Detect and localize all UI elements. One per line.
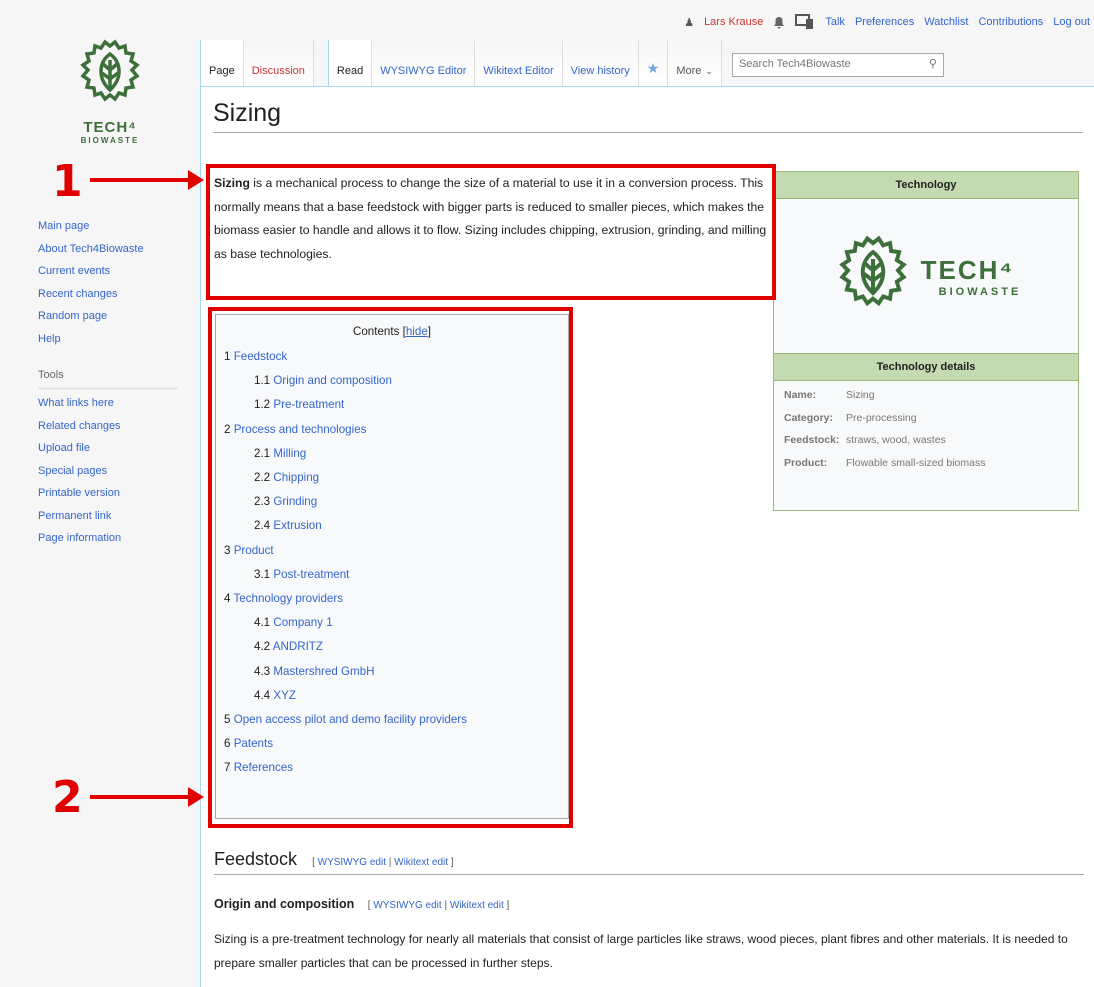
sidebar-item-about[interactable]: About Tech4Biowaste <box>38 238 188 261</box>
infobox-key: Feedstock: <box>784 434 840 446</box>
tab-wysiwyg-editor[interactable]: WYSIWYG Editor <box>372 40 476 86</box>
sidebar-item-upload-file[interactable]: Upload file <box>38 437 188 460</box>
sidebar-item-main-page[interactable]: Main page <box>38 215 188 238</box>
infobox-key: Name: <box>784 389 817 401</box>
sidebar-item-printable-version[interactable]: Printable version <box>38 482 188 505</box>
personal-tools: ♟ Lars Krause Talk Preferences Watchlist… <box>684 14 1090 30</box>
contributions-link[interactable]: Contributions <box>978 16 1043 28</box>
tab-page[interactable]: Page <box>200 40 244 86</box>
infobox-row-feedstock: Feedstock: straws, wood, wastes <box>774 429 1078 452</box>
search-icon[interactable]: ⚲ <box>929 57 937 70</box>
sidebar-item-what-links-here[interactable]: What links here <box>38 392 188 415</box>
sidebar-item-recent-changes[interactable]: Recent changes <box>38 283 188 306</box>
sidebar-item-current-events[interactable]: Current events <box>38 260 188 283</box>
section-heading-feedstock: Feedstock [ WYSIWYG edit | Wikitext edit… <box>214 849 1084 875</box>
tab-wikitext-editor[interactable]: Wikitext Editor <box>475 40 563 86</box>
subsection-title: Origin and composition <box>214 897 355 911</box>
more-menu[interactable]: More ⌄ <box>668 40 722 86</box>
sidebar-item-permanent-link[interactable]: Permanent link <box>38 505 188 528</box>
infobox-value: Pre-processing <box>846 411 917 424</box>
infobox-key: Product: <box>784 456 828 469</box>
logout-link[interactable]: Log out <box>1053 16 1090 28</box>
tab-discussion[interactable]: Discussion <box>243 40 314 86</box>
sidebar-item-random-page[interactable]: Random page <box>38 305 188 328</box>
infobox-details-header: Technology details <box>774 354 1078 381</box>
leaf-gear-logo-icon <box>80 39 140 102</box>
wysiwyg-edit-link[interactable]: WYSIWYG edit <box>373 900 441 911</box>
sidebar: Main page About Tech4Biowaste Current ev… <box>38 215 188 550</box>
sidebar-heading-tools: Tools <box>38 364 178 389</box>
annotation-arrow-one <box>90 170 204 190</box>
infobox-header: Technology <box>774 172 1078 199</box>
sidebar-item-page-information[interactable]: Page information <box>38 527 188 550</box>
annotation-box-intro <box>206 164 776 300</box>
infobox-logo: TECH⁴ BIOWASTE <box>774 199 1078 354</box>
more-menu-label: More <box>676 65 702 77</box>
infobox-row-name: Name: Sizing <box>774 384 1078 407</box>
subsection-heading-origin: Origin and composition [ WYSIWYG edit | … <box>214 897 509 911</box>
annotation-number-two: 2 <box>52 772 83 823</box>
section-title: Feedstock <box>214 849 298 869</box>
watch-star-icon[interactable]: ★ <box>638 40 669 86</box>
page-title: Sizing <box>213 99 1083 133</box>
tab-view-history[interactable]: View history <box>562 40 639 86</box>
section-edit-links: [ WYSIWYG edit | Wikitext edit ] <box>312 857 454 868</box>
sidebar-item-special-pages[interactable]: Special pages <box>38 460 188 483</box>
sidebar-item-related-changes[interactable]: Related changes <box>38 415 188 438</box>
search-input[interactable]: Search Tech4Biowaste ⚲ <box>731 53 944 77</box>
infobox-value: straws, wood, wastes <box>846 434 946 446</box>
infobox-row-product: Product: Flowable small-sized biomass <box>774 452 1078 475</box>
talk-link[interactable]: Talk <box>825 16 845 28</box>
wikitext-edit-link[interactable]: Wikitext edit <box>450 900 504 911</box>
logo-text-tech: TECH⁴ <box>83 119 137 136</box>
infobox-key: Category: <box>784 411 834 424</box>
leaf-gear-logo-icon <box>838 235 907 307</box>
annotation-number-one: 1 <box>52 156 83 207</box>
annotation-arrow-two <box>90 787 204 807</box>
page-tabs: Page Discussion Read WYSIWYG Editor Wiki… <box>200 40 944 86</box>
infobox-row-category: Category: Pre-processing <box>774 407 1078 430</box>
infobox: Technology TECH⁴ BIOWASTE Technology det… <box>773 171 1079 511</box>
chevron-down-icon: ⌄ <box>705 66 713 76</box>
logo-text-biowaste: BIOWASTE <box>80 136 140 145</box>
bell-icon[interactable] <box>773 16 785 29</box>
infobox-logo-text-biowaste: BIOWASTE <box>938 285 1022 298</box>
infobox-value: Sizing <box>846 389 875 401</box>
wikitext-edit-link[interactable]: Wikitext edit <box>394 857 448 868</box>
devices-icon[interactable] <box>795 14 815 30</box>
search-placeholder: Search Tech4Biowaste <box>738 58 851 70</box>
annotation-box-toc <box>208 307 573 828</box>
sidebar-item-help[interactable]: Help <box>38 328 188 351</box>
infobox-value: Flowable small-sized biomass <box>846 456 986 469</box>
infobox-logo-text-tech: TECH⁴ <box>920 254 1015 285</box>
wysiwyg-edit-link[interactable]: WYSIWYG edit <box>318 857 386 868</box>
subsection-edit-links: [ WYSIWYG edit | Wikitext edit ] <box>367 900 510 911</box>
section-paragraph: Sizing is a pre-treatment technology for… <box>214 932 1068 970</box>
site-logo[interactable]: TECH⁴ BIOWASTE <box>60 38 160 145</box>
tab-read[interactable]: Read <box>327 40 373 86</box>
watchlist-link[interactable]: Watchlist <box>924 16 968 28</box>
preferences-link[interactable]: Preferences <box>855 16 914 28</box>
user-icon: ♟ <box>684 16 695 29</box>
user-link[interactable]: Lars Krause <box>704 16 763 28</box>
